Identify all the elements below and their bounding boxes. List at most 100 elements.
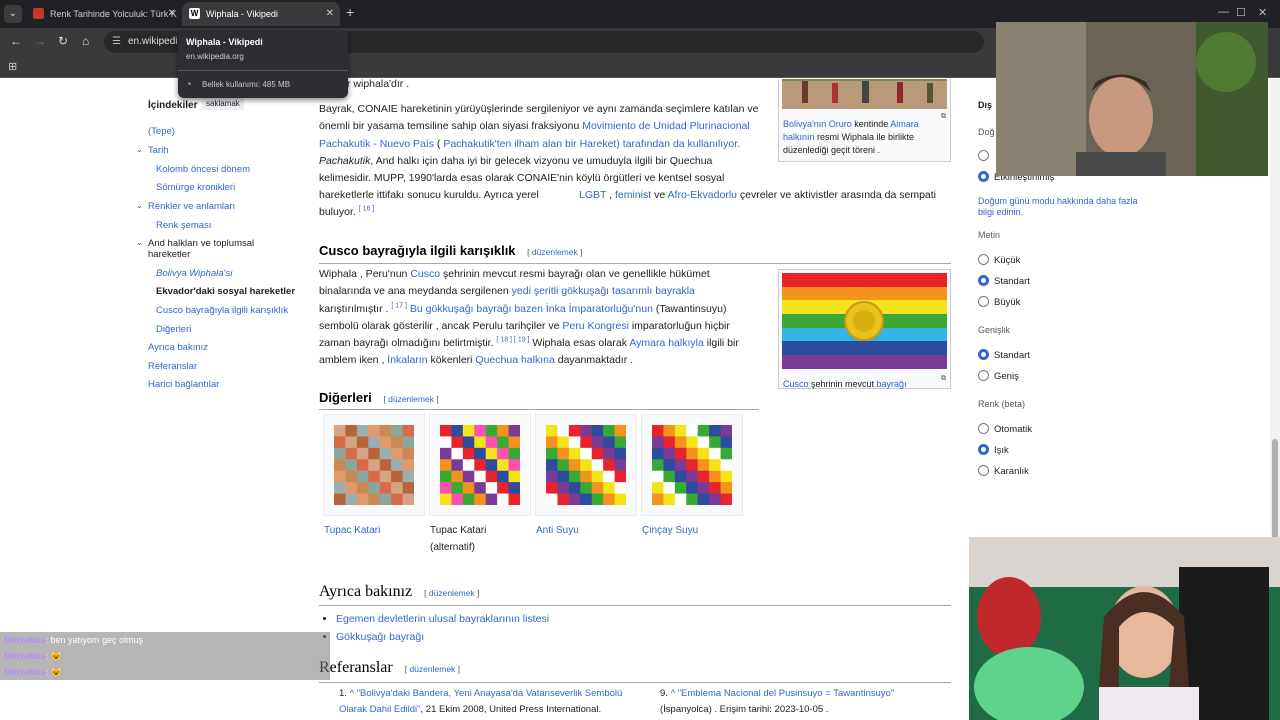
reference-link[interactable]: "Emblema Nacional del Pusinsuyo = Tawant… (678, 688, 894, 699)
link-peru-congress[interactable]: Peru Kongresi (562, 320, 629, 332)
radio-disabled[interactable] (978, 150, 989, 161)
flag-cell (497, 493, 510, 505)
toc-item-external[interactable]: Harici bağlantılar (148, 379, 219, 390)
radio-label: Işık (994, 445, 1009, 456)
edit-link[interactable]: düzenlemek (388, 394, 434, 404)
back-link[interactable]: ^ (671, 688, 675, 699)
toc-item-top[interactable]: (Tepe) (148, 126, 175, 137)
flag-cell (497, 482, 510, 495)
link-national-flags[interactable]: Egemen devletlerin ulusal bayraklarının … (336, 613, 549, 625)
chat-username: Merzetius (4, 651, 46, 661)
citation-18-19[interactable]: [ 18 ] [ 19 ] (496, 337, 529, 344)
minimize-icon[interactable]: — (1218, 6, 1229, 18)
flag-cell (686, 482, 699, 495)
flag-cell (485, 493, 498, 505)
enlarge-icon[interactable]: ⧉ (941, 370, 946, 387)
toc-item-references[interactable]: Referanslar (148, 361, 197, 372)
flag-cell (497, 447, 510, 460)
link-flag[interactable]: bayrağı (877, 379, 907, 389)
chevron-down-icon[interactable]: ⌄ (136, 201, 143, 210)
back-icon[interactable]: ← (10, 34, 22, 48)
link-cusco[interactable]: Cusco (783, 379, 809, 389)
link-lgbt[interactable]: LGBT (579, 189, 606, 201)
radio-enabled[interactable] (978, 171, 989, 182)
radio-text-small[interactable] (978, 254, 989, 265)
link-cusco[interactable]: Cusco (410, 268, 440, 280)
back-link[interactable]: ^ (350, 688, 354, 699)
toc-item-ecuador[interactable]: Ekvador'daki sosyal hareketler (156, 286, 295, 297)
toc-hide-button[interactable]: saklamak (202, 97, 244, 110)
enlarge-icon[interactable]: ⧉ (941, 108, 946, 125)
site-settings-icon[interactable]: ☰ (112, 31, 121, 53)
edit-link[interactable]: düzenlemek (532, 247, 578, 257)
toc-item-see-also[interactable]: Ayrıca bakınız (148, 342, 208, 353)
radio-color-dark[interactable] (978, 465, 989, 476)
chevron-down-icon[interactable]: ⌄ (136, 238, 143, 247)
birthday-mode-link[interactable]: Doğum günü modu hakkında daha fazla bilg… (978, 196, 1138, 218)
cusco-flag-image[interactable] (782, 273, 947, 369)
gallery-item[interactable] (535, 414, 637, 516)
scrollbar-thumb[interactable] (1272, 439, 1278, 549)
parade-photo[interactable] (782, 79, 947, 109)
radio-color-light[interactable] (978, 444, 989, 455)
forward-icon[interactable]: → (34, 34, 46, 48)
link-pachakutik[interactable]: Pachakutik'ten ilham alan bir Hareket) t… (443, 138, 740, 150)
new-tab-button[interactable]: + (346, 4, 354, 20)
link-aymara-people[interactable]: Aymara halkıyla (629, 337, 704, 349)
close-tab-icon[interactable]: ✕ (326, 2, 334, 26)
link-incas[interactable]: İnkaların (387, 354, 427, 366)
gallery-item[interactable] (641, 414, 743, 516)
toc-item-color-scheme[interactable]: Renk şeması (156, 220, 211, 231)
gallery-item[interactable] (429, 414, 531, 516)
link-feminist[interactable]: feminist (615, 189, 651, 201)
radio-text-large[interactable] (978, 296, 989, 307)
edit-link[interactable]: düzenlemek (429, 588, 475, 598)
toc-item-andean[interactable]: And halkları ve toplumsal hareketler (148, 238, 268, 260)
reload-icon[interactable]: ↻ (58, 34, 68, 48)
close-tab-icon[interactable]: ✕ (168, 2, 176, 26)
radio-width-wide[interactable] (978, 370, 989, 381)
toc-item-others[interactable]: Diğerleri (156, 324, 191, 335)
link-oruro[interactable]: Bolivya'nın Oruro (783, 119, 852, 129)
gallery-caption-link[interactable]: Anti Suyu (536, 522, 579, 539)
citation-17[interactable]: [ 17 ] (391, 302, 407, 309)
home-icon[interactable]: ⌂ (82, 34, 89, 48)
flag-cell (508, 425, 520, 437)
tab-list-button[interactable]: ⌄ (4, 5, 22, 23)
toc-item-colors[interactable]: Renkler ve anlamları (148, 201, 235, 212)
chevron-down-icon[interactable]: ⌄ (136, 145, 143, 154)
flag-cell (557, 436, 570, 449)
flag-cell (508, 482, 520, 495)
link-afro-ecuadorian[interactable]: Afro-Ekvadorlu (668, 189, 737, 201)
flag-cell (614, 493, 626, 505)
link-rainbow-flag[interactable]: yedi şeritli gökkuşağı tasarımlı bayrakl… (512, 285, 695, 297)
edit-link[interactable]: düzenlemek (409, 664, 455, 674)
flag-cell (402, 447, 414, 460)
citation-16[interactable]: [ 16 ] (359, 206, 375, 213)
tab-renk-tarihinde[interactable]: Renk Tarihinde Yolculuk: Türk K ✕ (26, 2, 182, 26)
tab-wiphala[interactable]: W Wiphala - Vikipedi ✕ (182, 2, 340, 26)
toc-item-bolivia[interactable]: Bolivya Wiphala'sı (156, 268, 233, 279)
apps-grid-icon[interactable]: ⊞ (8, 60, 17, 73)
radio-label: Standart (994, 276, 1030, 287)
link-quechua[interactable]: Quechua halkına (475, 354, 554, 366)
color-heading: Renk (beta) (978, 399, 1026, 409)
flag-cell (709, 470, 722, 483)
link-inca-flag[interactable]: Bu gökkuşağı bayrağı bazen İnka İmparato… (407, 303, 653, 315)
gallery-caption-link[interactable]: Tupac Katari (324, 522, 380, 539)
gallery-caption-link[interactable]: Çinçay Suyu (642, 522, 698, 539)
radio-label: Küçük (994, 255, 1021, 266)
toc-item-cusco[interactable]: Cusco bayrağıyla ilgili karışıklık (156, 305, 288, 316)
maximize-icon[interactable]: ☐ (1236, 6, 1246, 19)
radio-width-standard[interactable] (978, 349, 989, 360)
text: karıştırılmıştır . (319, 302, 389, 315)
radio-text-standard[interactable] (978, 275, 989, 286)
toc-item-colonial[interactable]: Sömürge kronikleri (156, 182, 235, 193)
link-rainbow-flag[interactable]: Gökkuşağı bayrağı (336, 631, 424, 643)
flag-cell (356, 482, 369, 495)
radio-color-auto[interactable] (978, 423, 989, 434)
toc-item-precolumbian[interactable]: Kolomb öncesi dönem (156, 164, 250, 175)
close-window-icon[interactable]: ✕ (1258, 6, 1267, 19)
toc-item-history[interactable]: Tarih (148, 145, 169, 156)
gallery-item[interactable] (323, 414, 425, 516)
